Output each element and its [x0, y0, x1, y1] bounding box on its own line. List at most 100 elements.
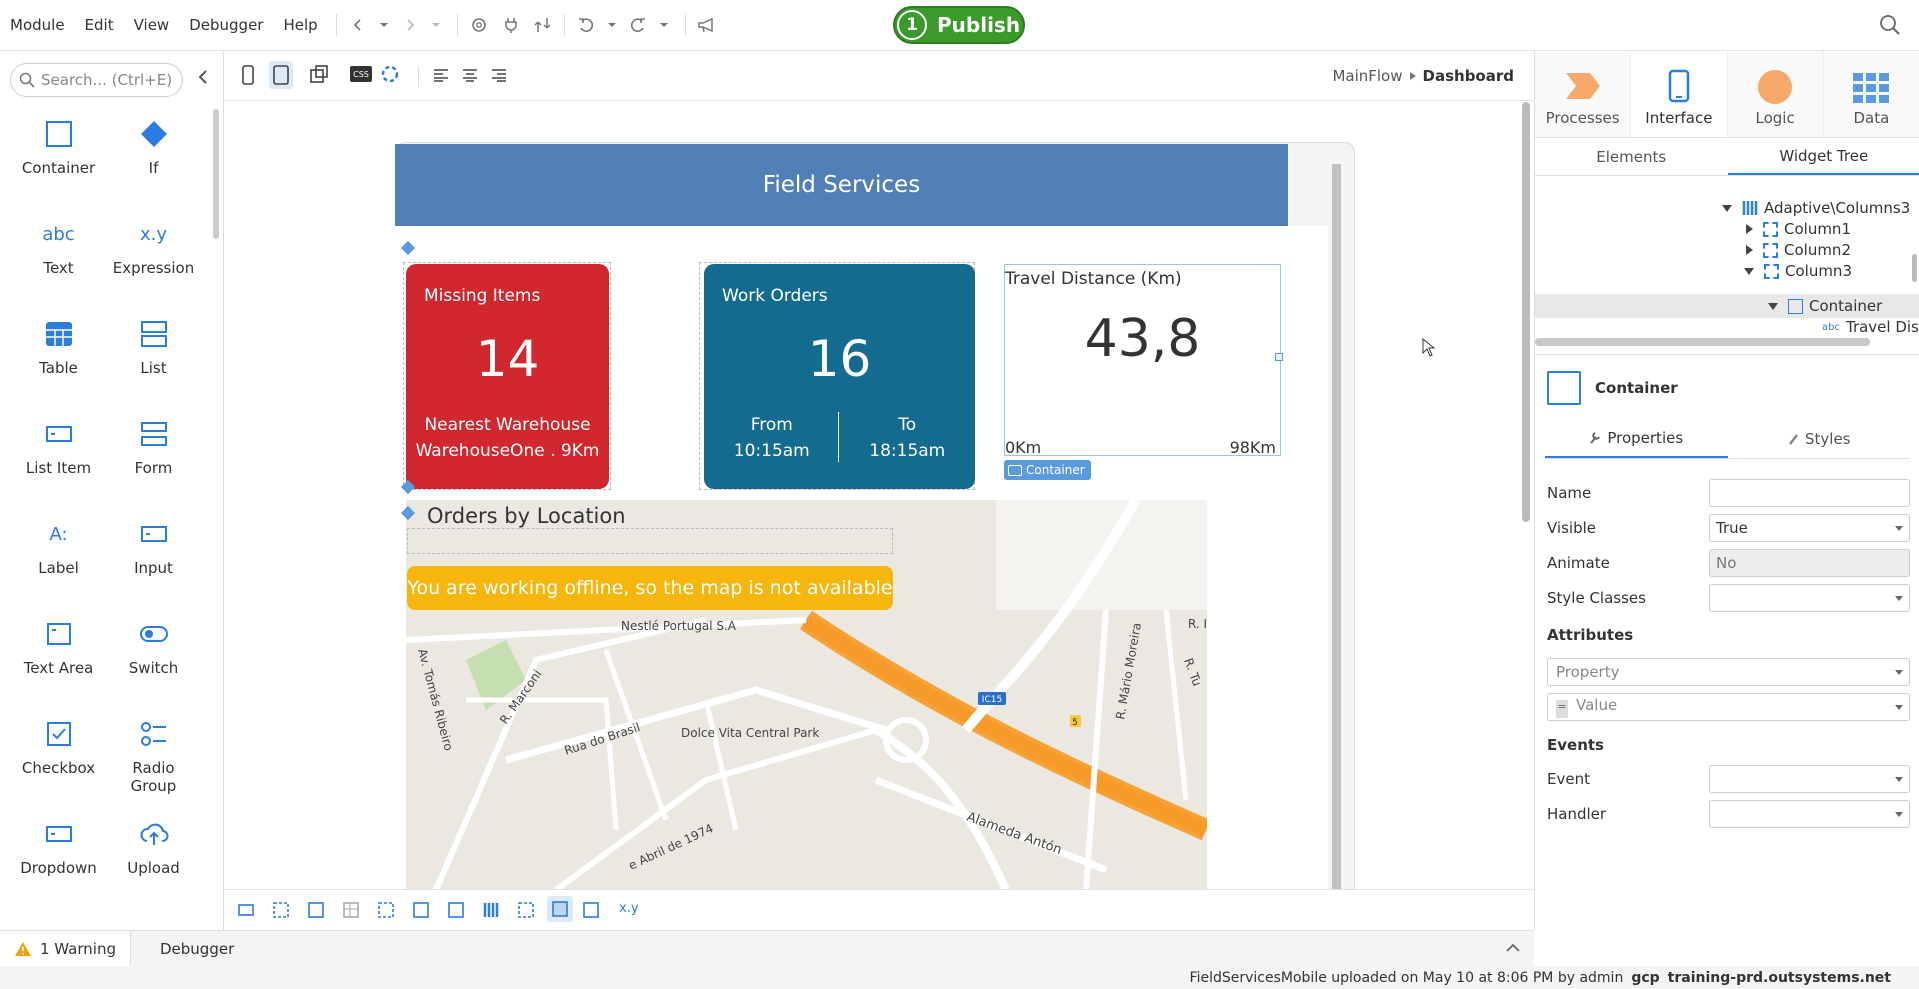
collapse-panel-icon[interactable] [196, 69, 210, 85]
forward-icon[interactable] [397, 10, 423, 40]
strip-widget-10-icon[interactable] [547, 896, 573, 922]
phone-view-icon[interactable] [241, 64, 255, 86]
forward-history-chevron-icon[interactable] [423, 10, 449, 40]
undo-chevron-icon[interactable] [599, 10, 625, 40]
merge-icon[interactable] [530, 10, 556, 40]
align-left-icon[interactable] [433, 68, 449, 82]
app-header[interactable]: Field Services [395, 144, 1288, 226]
event-select[interactable] [1709, 765, 1910, 793]
search-input[interactable]: Search... (Ctrl+E) [10, 63, 183, 97]
tree-node-column3[interactable]: Column3 [1744, 259, 1852, 283]
tab-styles[interactable]: Styles [1728, 419, 1911, 458]
tab-data[interactable]: Data [1823, 51, 1919, 137]
tab-widget-tree[interactable]: Widget Tree [1727, 138, 1919, 175]
dropdown-icon [45, 817, 73, 851]
menu-module[interactable]: Module [0, 16, 75, 34]
widget-expression[interactable]: x.y Expression [106, 217, 201, 278]
plug-icon[interactable] [498, 10, 524, 40]
widget-switch[interactable]: Switch [106, 617, 201, 677]
widget-input[interactable]: Input [106, 517, 201, 577]
widget-dropdown[interactable]: Dropdown [11, 817, 106, 877]
travel-distance-container[interactable]: Travel Distance (Km) 43,8 0Km 98Km [1004, 264, 1281, 457]
orders-map[interactable]: Nestlé Portugal S.A Dolce Vita Central P… [406, 500, 1207, 890]
widget-label: List [140, 359, 167, 377]
widget-if[interactable]: If [106, 117, 201, 177]
megaphone-icon[interactable] [694, 10, 720, 40]
undo-icon[interactable] [573, 10, 599, 40]
menu-debugger[interactable]: Debugger [179, 16, 273, 34]
strip-expression-icon[interactable]: x.y [619, 901, 639, 916]
theme-icon[interactable] [380, 64, 400, 84]
menu-edit[interactable]: Edit [75, 16, 124, 34]
back-history-chevron-icon[interactable] [371, 10, 397, 40]
expand-bottom-panel-icon[interactable] [1506, 943, 1520, 953]
widget-text-area[interactable]: Text Area [11, 617, 106, 677]
handler-select[interactable] [1709, 800, 1910, 828]
css-icon[interactable]: CSS [350, 66, 372, 82]
widget-container[interactable]: Container [11, 117, 106, 177]
value-select[interactable]: = Value [1547, 693, 1910, 721]
property-select[interactable]: Property [1547, 658, 1910, 686]
strip-widget-5-icon[interactable] [377, 901, 395, 919]
widget-label[interactable]: A: Label [11, 517, 106, 578]
canvas-scrollbar[interactable] [1522, 102, 1530, 522]
work-orders-card[interactable]: Work Orders 16 From 10:15am To 18:15am [704, 264, 975, 489]
widget-radio-group[interactable]: Radio Group [106, 717, 201, 795]
placeholder-box[interactable] [407, 528, 893, 554]
animate-field[interactable]: No [1709, 549, 1910, 577]
tab-properties[interactable]: Properties [1545, 419, 1728, 458]
tab-interface[interactable]: Interface [1631, 51, 1728, 137]
list-icon [140, 317, 168, 351]
strip-widget-2-icon[interactable] [272, 901, 290, 919]
visible-select[interactable]: True [1709, 514, 1910, 542]
toolbox-scrollbar[interactable] [213, 109, 219, 239]
strip-widget-9-icon[interactable] [517, 901, 535, 919]
widget-label: Checkbox [21, 759, 96, 777]
widget-list[interactable]: List [106, 317, 201, 377]
strip-widget-6-icon[interactable] [412, 901, 430, 919]
align-center-icon[interactable] [462, 68, 478, 82]
widget-upload[interactable]: Upload [106, 817, 201, 877]
menu-view[interactable]: View [124, 16, 180, 34]
widget-table[interactable]: Table [11, 317, 106, 377]
tab-elements[interactable]: Elements [1535, 138, 1728, 175]
columns-icon[interactable] [482, 901, 500, 919]
widget-list-item[interactable]: List Item [11, 417, 106, 477]
handler-row: Handler [1547, 800, 1910, 828]
strip-widget-1-icon[interactable] [237, 901, 255, 919]
redo-chevron-icon[interactable] [651, 10, 677, 40]
breadcrumb-parent[interactable]: MainFlow [1332, 67, 1402, 85]
resize-handle[interactable] [1275, 353, 1283, 361]
tab-logic[interactable]: Logic [1727, 51, 1824, 137]
strip-widget-4-icon[interactable] [342, 901, 360, 919]
widget-checkbox[interactable]: Checkbox [11, 717, 106, 777]
warning-icon [15, 942, 31, 956]
align-right-icon[interactable] [491, 68, 507, 82]
device-scrollbar[interactable] [1328, 144, 1345, 904]
animate-label: Animate [1547, 554, 1610, 572]
tree-node-travel-distance[interactable]: abc Travel Dis [1822, 315, 1919, 339]
missing-items-card[interactable]: Missing Items 14 Nearest Warehouse Wareh… [406, 264, 609, 489]
gear-icon[interactable] [466, 10, 492, 40]
search-icon[interactable] [1877, 10, 1903, 40]
style-classes-select[interactable] [1709, 584, 1910, 612]
strip-widget-3-icon[interactable] [307, 901, 325, 919]
strip-widget-11-icon[interactable] [582, 901, 600, 919]
back-icon[interactable] [345, 10, 371, 40]
name-field[interactable] [1709, 479, 1910, 507]
tree-horizontal-scrollbar[interactable] [1535, 338, 1870, 346]
tab-processes[interactable]: Processes [1535, 51, 1632, 137]
tab-debugger[interactable]: Debugger [146, 931, 248, 967]
widget-form[interactable]: Form [106, 417, 201, 477]
form-icon [140, 417, 168, 451]
tablet-view-icon[interactable] [269, 61, 293, 89]
redo-icon[interactable] [625, 10, 651, 40]
container-tag[interactable]: Container [1004, 460, 1091, 480]
publish-button[interactable]: 1 Publish [893, 6, 1025, 44]
menu-help[interactable]: Help [273, 16, 327, 34]
rotate-view-icon[interactable] [309, 64, 329, 84]
strip-widget-7-icon[interactable] [447, 901, 465, 919]
tree-vertical-scrollbar[interactable] [1912, 254, 1917, 282]
tab-warnings[interactable]: 1 Warning [0, 931, 131, 967]
widget-text[interactable]: abc Text [11, 217, 106, 278]
